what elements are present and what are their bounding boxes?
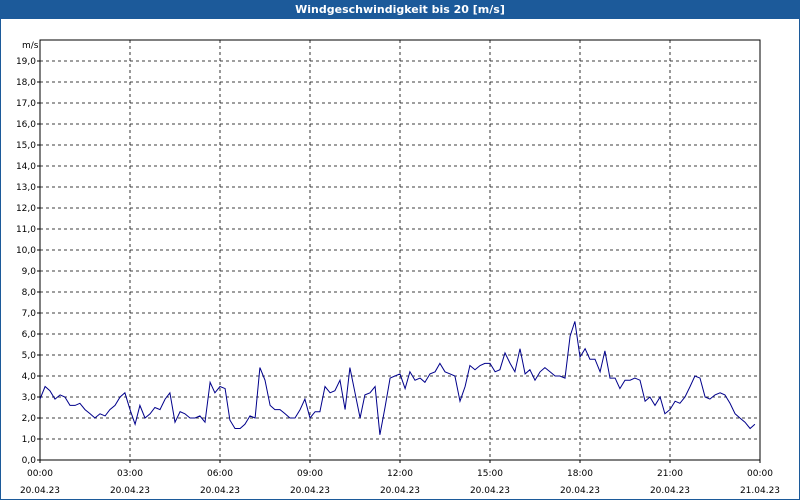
y-tick-label: 18,0 — [16, 78, 36, 88]
x-tick-time-label: 09:00 — [297, 469, 323, 479]
y-tick-label: 11,0 — [16, 225, 36, 235]
y-tick-label: 13,0 — [16, 183, 36, 193]
y-tick-label: 2,0 — [22, 414, 37, 424]
x-tick-date-label: 20.04.23 — [650, 486, 690, 496]
y-tick-label: 19,0 — [16, 57, 36, 67]
x-tick-time-label: 12:00 — [387, 469, 413, 479]
x-axis: 00:00 20.04.23 03:00 20.04.23 06:00 20.04.23 0… — [20, 460, 780, 496]
x-tick-date-label: 20.04.23 — [470, 486, 510, 496]
x-tick-time-label: 15:00 — [477, 469, 503, 479]
x-tick-time-label: 21:00 — [657, 469, 683, 479]
y-tick-label: 9,0 — [22, 267, 37, 277]
x-tick-time-label: 18:00 — [567, 469, 593, 479]
y-tick-label: 6,0 — [22, 330, 37, 340]
y-tick-label: 0,0 — [22, 456, 37, 466]
x-tick-date-label: 21.04.23 — [740, 486, 780, 496]
x-tick-date-label: 20.04.23 — [200, 486, 240, 496]
y-tick-label: 7,0 — [22, 309, 37, 319]
grid — [40, 40, 760, 460]
x-tick-date-label: 20.04.23 — [560, 486, 600, 496]
y-tick-label: 16,0 — [16, 120, 36, 130]
x-tick-time-label: 00:00 — [747, 469, 773, 479]
x-tick-date-label: 20.04.23 — [380, 486, 420, 496]
y-tick-label: 12,0 — [16, 204, 36, 214]
wind-speed-chart: m/s 0,0 1,0 2,0 3,0 4,0 5,0 6,0 7,0 8,0 9,0 10,0 11… — [16, 39, 780, 496]
y-tick-label: 14,0 — [16, 162, 36, 172]
y-tick-label: 8,0 — [22, 288, 37, 298]
x-tick-date-label: 20.04.23 — [290, 486, 330, 496]
y-axis: 0,0 1,0 2,0 3,0 4,0 5,0 6,0 7,0 8,0 9,0 10,0 11,0 12… — [16, 57, 40, 466]
y-tick-label: 5,0 — [22, 351, 37, 361]
y-axis-unit-label: m/s — [22, 41, 39, 51]
y-tick-label: 1,0 — [22, 435, 37, 445]
x-tick-date-label: 20.04.23 — [110, 486, 150, 496]
x-tick-time-label: 00:00 — [27, 469, 53, 479]
y-tick-label: 10,0 — [16, 246, 36, 256]
x-tick-time-label: 06:00 — [207, 469, 233, 479]
x-tick-time-label: 03:00 — [117, 469, 143, 479]
x-tick-date-label: 20.04.23 — [20, 486, 60, 496]
y-tick-label: 15,0 — [16, 141, 36, 151]
y-tick-label: 4,0 — [22, 372, 37, 382]
y-tick-label: 17,0 — [16, 99, 36, 109]
y-tick-label: 3,0 — [22, 393, 37, 403]
